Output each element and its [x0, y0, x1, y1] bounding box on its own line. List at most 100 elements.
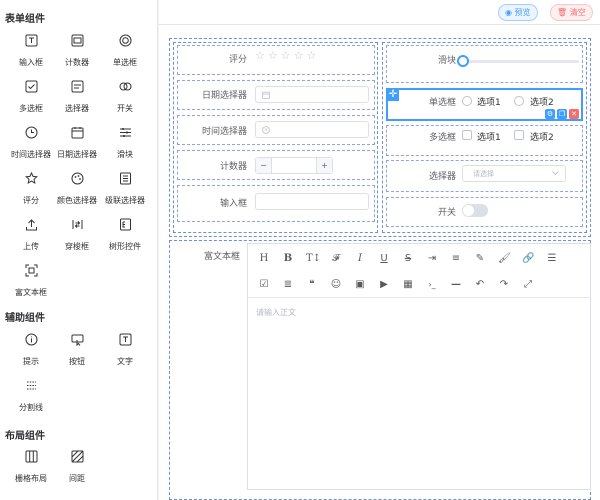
- checkbox-option-1[interactable]: [462, 130, 472, 140]
- redo-icon[interactable]: ↷: [498, 279, 510, 291]
- rating-stars[interactable]: ☆ ☆ ☆ ☆ ☆: [255, 49, 319, 62]
- palette-item-rich-text[interactable]: 富文本框: [6, 258, 56, 303]
- italic-icon[interactable]: I: [354, 253, 366, 265]
- rating-label: 评分: [228, 55, 247, 65]
- palette-item-upload[interactable]: 上传: [6, 212, 56, 257]
- transfer-icon: [72, 220, 83, 229]
- calendar-icon: [262, 91, 270, 99]
- palette-item-checkbox[interactable]: 多选框: [6, 74, 56, 119]
- palette-item-tooltip[interactable]: 提示: [6, 327, 56, 372]
- component-palette: 表单组件 输入框 计数器 单选框 多选框 选择器 开关 时间选择器 日期选择器 …: [0, 0, 158, 500]
- counter-icon: [71, 34, 84, 47]
- font-color-icon[interactable]: ✎: [474, 253, 486, 265]
- palette-item-select[interactable]: 选择器: [52, 74, 102, 119]
- palette-item-time-picker[interactable]: 时间选择器: [6, 120, 56, 165]
- preview-button[interactable]: ◉ 预览: [498, 4, 538, 21]
- switch-icon: [119, 82, 132, 91]
- quote-icon[interactable]: ❝: [306, 279, 318, 291]
- font-family-icon[interactable]: 𝓕: [330, 253, 342, 265]
- switch-toggle[interactable]: [462, 204, 488, 217]
- date-input[interactable]: [255, 86, 369, 103]
- palette-icon: [71, 172, 84, 185]
- checkbox-label: 多选框: [428, 133, 456, 143]
- copy-icon[interactable]: ❐: [557, 109, 567, 119]
- code-icon[interactable]: ›_: [426, 279, 438, 291]
- delete-icon[interactable]: ✕: [569, 109, 579, 119]
- palette-item-tree[interactable]: 树形控件: [100, 212, 150, 257]
- palette-item-cascader[interactable]: 级联选择器: [100, 166, 150, 211]
- button-icon: [71, 334, 84, 346]
- emoji-icon[interactable]: ☺: [330, 279, 342, 291]
- star-icon[interactable]: ☆: [268, 49, 278, 62]
- time-input[interactable]: [255, 121, 369, 138]
- star-icon[interactable]: ☆: [255, 49, 265, 62]
- clock-icon: [262, 126, 270, 134]
- palette-item-spacing[interactable]: 间距: [52, 444, 102, 489]
- palette-item-slider[interactable]: 滑块: [100, 120, 150, 165]
- counter-decrement-button[interactable]: −: [256, 158, 272, 173]
- checkbox-option-2[interactable]: [514, 130, 524, 140]
- slider-track[interactable]: [462, 60, 579, 63]
- clear-button[interactable]: 🗑 清空: [550, 4, 593, 21]
- todo-icon[interactable]: ☑: [258, 279, 270, 291]
- slider-handle[interactable]: [457, 55, 469, 67]
- horizontal-rule-icon[interactable]: —: [450, 279, 462, 291]
- radio-option-2-label: 选项2: [530, 98, 554, 108]
- undo-icon[interactable]: ↶: [474, 279, 486, 291]
- chevron-down-icon: [552, 171, 559, 176]
- palette-item-rating[interactable]: 评分: [6, 166, 56, 211]
- background-color-icon[interactable]: 🖌: [498, 253, 511, 265]
- switch-label: 开关: [437, 208, 456, 218]
- text-input[interactable]: [255, 193, 369, 210]
- settings-icon[interactable]: ⚙: [545, 109, 555, 119]
- top-toolbar: ◉ 预览 🗑 清空: [159, 0, 600, 25]
- palette-item-date-picker[interactable]: 日期选择器: [52, 120, 102, 165]
- checkbox-option-1-label: 选项1: [477, 133, 501, 143]
- bold-icon[interactable]: B: [282, 253, 294, 265]
- upload-icon: [26, 219, 37, 231]
- palette-item-divider[interactable]: 分割线: [6, 373, 56, 418]
- rich-text-label: 富文本框: [203, 252, 240, 262]
- font-size-icon[interactable]: T↕: [306, 253, 321, 265]
- palette-item-counter[interactable]: 计数器: [52, 28, 102, 73]
- star-icon[interactable]: ☆: [307, 49, 317, 62]
- palette-item-transfer[interactable]: 穿梭框: [52, 212, 102, 257]
- section-title-assist: 辅助组件: [5, 313, 45, 324]
- radio-option-1[interactable]: [462, 96, 472, 106]
- line-height-icon[interactable]: ≡: [450, 253, 462, 265]
- strikethrough-icon[interactable]: S: [402, 253, 414, 265]
- trash-icon: 🗑: [557, 8, 570, 17]
- palette-item-button[interactable]: 按钮: [52, 327, 102, 372]
- palette-item-color-picker[interactable]: 颜色选择器: [52, 166, 102, 211]
- radio-option-2[interactable]: [514, 96, 524, 106]
- counter-increment-button[interactable]: +: [316, 158, 332, 173]
- palette-item-switch[interactable]: 开关: [100, 74, 150, 119]
- justify-icon[interactable]: ≣: [282, 279, 294, 291]
- image-icon[interactable]: ▣: [354, 279, 366, 291]
- text-icon: [119, 333, 132, 346]
- counter-stepper[interactable]: − +: [255, 157, 333, 174]
- video-icon[interactable]: ▶: [378, 279, 390, 291]
- indent-icon[interactable]: ⇥: [426, 253, 438, 265]
- rich-text-editor[interactable]: H B T↕ 𝓕 I U S ⇥ ≡ ✎ 🖌 🔗 ☰ ☑ ≣ ❝ ☺ ▣ ▶ ▦…: [247, 243, 591, 490]
- rich-text-placeholder[interactable]: 请输入正文: [256, 307, 296, 318]
- select-dropdown[interactable]: 请选择: [462, 165, 566, 182]
- palette-item-text[interactable]: 文字: [100, 327, 150, 372]
- counter-label: 计数器: [219, 162, 247, 172]
- palette-item-input[interactable]: 输入框: [6, 28, 56, 73]
- link-icon[interactable]: 🔗: [522, 253, 534, 265]
- slider-label: 滑块: [437, 56, 456, 66]
- fullscreen-icon[interactable]: ⤢: [522, 279, 534, 291]
- table-icon[interactable]: ▦: [402, 279, 414, 291]
- date-picker-label: 日期选择器: [201, 91, 247, 101]
- clock-icon: [25, 126, 38, 139]
- underline-icon[interactable]: U: [378, 253, 390, 265]
- heading-icon[interactable]: H: [258, 253, 270, 265]
- star-icon[interactable]: ☆: [281, 49, 291, 62]
- palette-item-grid-layout[interactable]: 栅格布局: [6, 444, 56, 489]
- list-icon[interactable]: ☰: [546, 253, 558, 265]
- select-label: 选择器: [428, 172, 456, 182]
- select-icon: [71, 80, 84, 93]
- palette-item-radio[interactable]: 单选框: [100, 28, 150, 73]
- star-icon[interactable]: ☆: [294, 49, 304, 62]
